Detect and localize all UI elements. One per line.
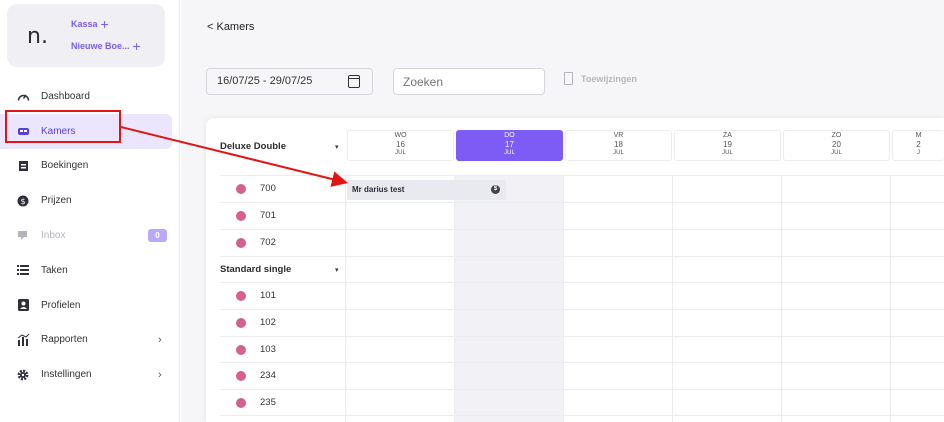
annotation-arrow	[120, 126, 348, 187]
